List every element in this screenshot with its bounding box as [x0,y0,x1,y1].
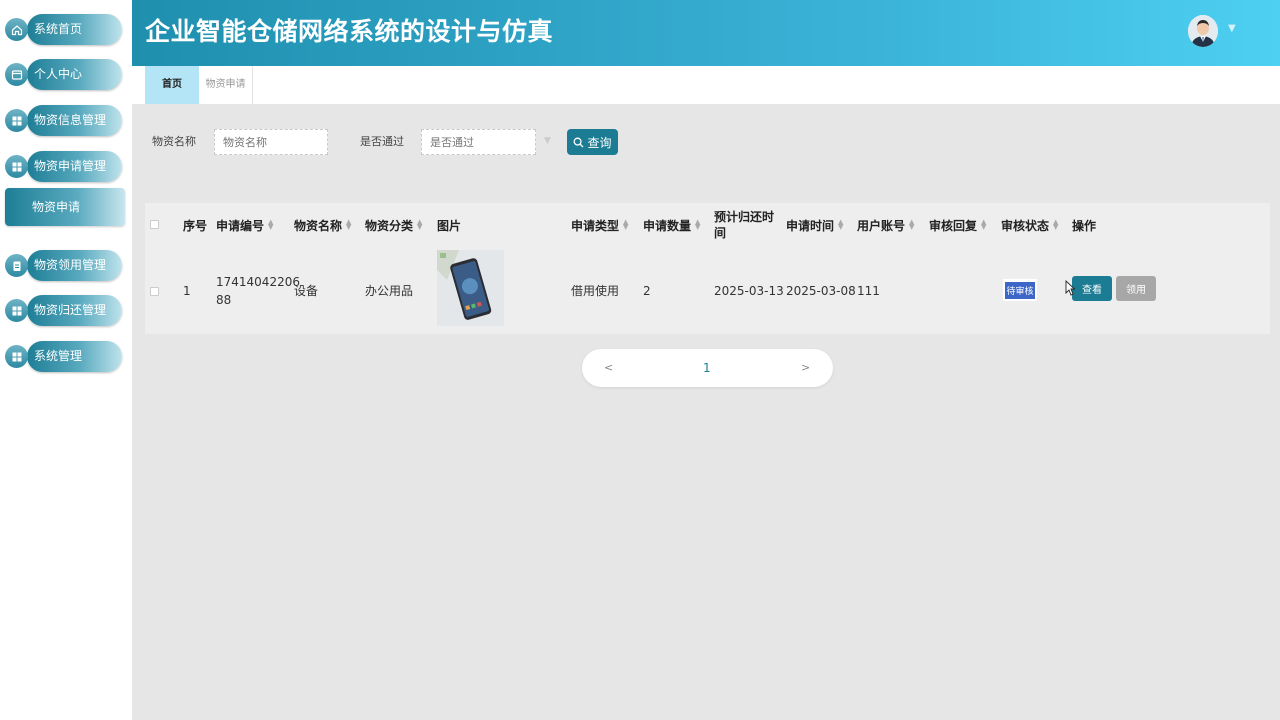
sidebar-item-material-receive[interactable]: 物资领用管理 [5,250,122,281]
tab-bar: 首页 物资申请 [132,66,1280,104]
material-name-label: 物资名称 [152,135,196,148]
sidebar-item-label: 物资信息管理 [34,113,107,127]
page-title: 企业智能仓储网络系统的设计与仿真 [145,17,554,46]
profile-card-icon [5,63,28,86]
row-checkbox[interactable] [150,287,159,296]
grid-icon [5,345,28,368]
sidebar-item-material-info[interactable]: 物资信息管理 [5,105,122,136]
search-icon [574,137,584,147]
home-icon [5,18,28,41]
sidebar-item-label: 个人中心 [34,67,83,81]
search-button-label: 查询 [587,135,612,150]
cell-name: 设备 [294,284,319,298]
mouse-cursor-icon [1065,280,1075,296]
select-all-checkbox[interactable] [150,220,159,229]
clipboard-icon [5,254,28,277]
material-name-input[interactable] [214,129,328,155]
sort-icon[interactable]: ▲ ▼ [623,219,628,231]
col-header-apply-date[interactable]: 申请时间 ▲ ▼ [786,203,843,247]
receive-button[interactable]: 领用 [1116,276,1156,301]
approved-select[interactable] [421,129,536,155]
page-number-current[interactable]: 1 [703,349,711,387]
cell-code-line: 17414042206 [216,274,300,289]
col-header-code[interactable]: 申请编号 ▲ ▼ [216,203,273,247]
material-thumbnail[interactable] [437,250,504,326]
grid-icon [5,299,28,322]
tab-material-apply[interactable]: 物资申请 [199,66,253,104]
header: 企业智能仓储网络系统的设计与仿真 ▼ [132,0,1280,66]
cell-account: 111 [857,283,880,298]
sort-icon[interactable]: ▲ ▼ [346,219,351,231]
col-header-index: 序号 [183,218,208,233]
grid-icon [5,109,28,132]
status-badge-label: 待审核 [1005,281,1035,299]
prev-page-button[interactable]: < [604,349,613,387]
col-header-status[interactable]: 审核状态 ▲ ▼ [1001,203,1058,247]
cell-code-line: 88 [216,292,232,307]
col-header-account[interactable]: 用户账号 ▲ ▼ [857,203,914,247]
cell-return-date: 2025-03-13 [714,283,784,298]
col-header-quantity[interactable]: 申请数量 ▲ ▼ [643,203,700,247]
col-header-actions: 操作 [1072,218,1097,233]
col-header-return-date[interactable]: 预计归还时间 [714,203,778,247]
cell-code: 17414042206 88 [216,247,300,334]
approved-label: 是否通过 [360,135,404,148]
sidebar-subitem-label: 物资申请 [32,200,81,214]
cell-category: 办公用品 [365,284,414,298]
sort-icon[interactable]: ▲ ▼ [695,219,700,231]
cell-index: 1 [183,283,191,298]
sidebar-item-home[interactable]: 系统首页 [5,14,122,45]
sidebar-subitem-material-apply[interactable]: 物资申请 [5,188,125,226]
cell-quantity: 2 [643,283,651,298]
sidebar-item-label: 系统管理 [34,349,83,363]
cell-apply-date: 2025-03-08 [786,283,856,298]
sidebar-item-material-return[interactable]: 物资归还管理 [5,295,122,326]
sidebar-item-label: 物资归还管理 [34,303,107,317]
sidebar-item-label: 物资领用管理 [34,258,107,272]
col-header-image: 图片 [437,218,462,233]
pagination: < 1 > [582,349,833,387]
sidebar-item-label: 物资申请管理 [34,159,107,173]
grid-icon [5,155,28,178]
sort-icon[interactable]: ▲ ▼ [909,219,914,231]
sort-icon[interactable]: ▲ ▼ [417,219,422,231]
sort-icon[interactable]: ▲ ▼ [981,219,986,231]
cell-type: 借用使用 [571,284,620,298]
sort-icon[interactable]: ▲ ▼ [268,219,273,231]
sidebar-item-system[interactable]: 系统管理 [5,341,122,372]
sort-icon[interactable]: ▲ ▼ [1053,219,1058,231]
status-badge: 待审核 [1003,279,1037,301]
sidebar: 系统首页 个人中心 物资信息管理 物资申请管理 物资申请 物资领用管理 物资归还… [0,0,132,720]
sort-icon[interactable]: ▲ ▼ [838,219,843,231]
sidebar-item-profile[interactable]: 个人中心 [5,59,122,90]
chevron-down-icon: ▼ [544,136,551,146]
tab-home[interactable]: 首页 [145,66,199,104]
col-header-category[interactable]: 物资分类 ▲ ▼ [365,203,422,247]
next-page-button[interactable]: > [801,349,810,387]
chevron-down-icon[interactable]: ▼ [1228,23,1236,34]
col-header-type[interactable]: 申请类型 ▲ ▼ [571,203,628,247]
avatar[interactable] [1188,15,1218,47]
view-button[interactable]: 查看 [1072,276,1112,301]
sidebar-item-label: 系统首页 [34,22,83,36]
sidebar-item-material-apply[interactable]: 物资申请管理 [5,151,122,182]
search-button[interactable]: 查询 [567,129,618,155]
col-header-name[interactable]: 物资名称 ▲ ▼ [294,203,351,247]
col-header-reply[interactable]: 审核回复 ▲ ▼ [929,203,986,247]
